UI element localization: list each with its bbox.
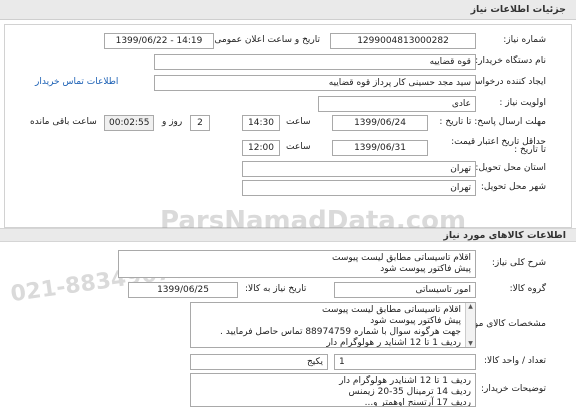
- buyer-field[interactable]: قوه قضاییه: [154, 54, 476, 70]
- priority-field[interactable]: عادی: [318, 96, 476, 112]
- need-date-label: تاریخ نیاز به کالا:: [245, 284, 307, 294]
- validity-date-field[interactable]: 1399/06/31: [332, 140, 428, 156]
- days-field[interactable]: 2: [190, 115, 210, 131]
- spec-line: ردیف 1 تا 12 اشناید ر هولوگرام دار: [326, 338, 461, 348]
- reply-time-label: ساعت: [286, 117, 311, 127]
- spec-line: پیش فاکتور پیوست شود: [370, 316, 461, 326]
- validity-time-label: ساعت: [286, 142, 311, 152]
- spec-line: جهت هرگونه سوال با شماره 88974759 تماس ح…: [220, 327, 461, 337]
- notes-line: ردیف 17 آرتسنج اوهمتر و...: [364, 398, 471, 407]
- validity-time-field[interactable]: 12:00: [242, 140, 280, 156]
- city-field[interactable]: تهران: [242, 180, 476, 196]
- remaining-label: ساعت باقی مانده: [30, 117, 97, 127]
- days-label: روز و: [162, 117, 183, 127]
- spec-line: اقلام تاسیساتی مطابق لیست پیوست: [322, 305, 461, 315]
- reply-deadline-label: مهلت ارسال پاسخ: تا تاریخ :: [439, 117, 546, 127]
- unit-field[interactable]: یکیج: [190, 354, 328, 370]
- buyer-contact-link[interactable]: اطلاعات تماس خریدار: [35, 77, 118, 87]
- need-date-field[interactable]: 1399/06/25: [128, 282, 238, 298]
- qty-field[interactable]: 1: [334, 354, 476, 370]
- province-field[interactable]: تهران: [242, 161, 476, 177]
- buyer-label: نام دستگاه خریدار:: [475, 56, 546, 66]
- goods-section-title: اطلاعات کالاهای مورد نیاز: [443, 230, 566, 241]
- scroll-down-icon[interactable]: ▼: [468, 340, 473, 347]
- notes-line: ردیف 1 تا 12 اشنایدر هولوگرام دار: [339, 376, 471, 386]
- need-number-field[interactable]: 1299004813000282: [330, 33, 476, 49]
- notes-textarea[interactable]: ردیف 1 تا 12 اشنایدر هولوگرام دار ردیف 1…: [190, 373, 476, 407]
- reply-date-field[interactable]: 1399/06/24: [332, 115, 428, 131]
- qty-label: تعداد / واحد کالا:: [483, 356, 546, 366]
- announce-label: تاریخ و ساعت اعلان عمومی:: [211, 35, 320, 45]
- province-label: استان محل تحویل:: [475, 163, 546, 173]
- requester-field[interactable]: سید مجد حسینی کار پرداز قوه قضاییه: [154, 75, 476, 91]
- group-field[interactable]: امور تاسیساتی: [334, 282, 476, 298]
- notes-line: ردیف 14 ترمینال 35-20 زیمنس: [348, 387, 472, 397]
- summary-line: اقلام تاسیساتی مطابق لیست پیوست: [332, 253, 471, 263]
- group-label: گروه کالا:: [509, 284, 546, 294]
- spec-scrollbar[interactable]: ▲ ▼: [465, 303, 475, 347]
- summary-label: شرح کلی نیاز:: [491, 258, 546, 268]
- scroll-up-icon[interactable]: ▲: [468, 303, 473, 310]
- spec-textarea[interactable]: اقلام تاسیساتی مطابق لیست پیوست پیش فاکت…: [190, 302, 476, 348]
- reply-time-field[interactable]: 14:30: [242, 115, 280, 131]
- page-title: جزئیات اطلاعات نیاز: [470, 4, 566, 15]
- notes-label: توضیحات خریدار:: [480, 384, 546, 394]
- summary-line: پیش فاکتور پیوست شود: [380, 264, 471, 274]
- summary-textarea[interactable]: اقلام تاسیساتی مطابق لیست پیوست پیش فاکت…: [118, 250, 476, 278]
- announce-field[interactable]: 1399/06/22 - 14:19: [104, 33, 214, 49]
- remaining-time-field: 00:02:55: [104, 115, 154, 131]
- priority-label: اولویت نیاز :: [499, 98, 546, 108]
- validity-to-label: تا تاریخ :: [514, 145, 546, 155]
- city-label: شهر محل تحویل:: [480, 182, 546, 192]
- need-number-label: شماره نیاز:: [503, 35, 546, 45]
